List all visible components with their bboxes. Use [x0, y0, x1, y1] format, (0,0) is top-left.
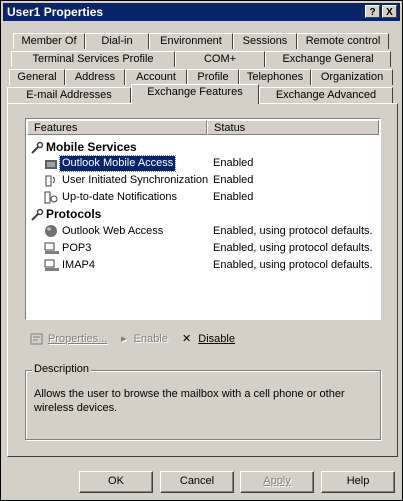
tab-exchange-general[interactable]: Exchange General [265, 51, 391, 67]
features-list[interactable]: Features Status Mobile Services Outlook … [25, 118, 381, 320]
tab-exchange-advanced[interactable]: Exchange Advanced [259, 87, 393, 103]
help-button[interactable]: Help [321, 471, 395, 493]
group-label: Protocols [46, 207, 102, 221]
tab-telephones[interactable]: Telephones [239, 69, 311, 85]
list-item-user-initiated-sync[interactable]: User Initiated Synchronization Enabled [44, 173, 374, 188]
description-groupbox: Description Allows the user to browse th… [25, 363, 381, 440]
list-item-imap4[interactable]: IMAP4 Enabled, using protocol defaults. [44, 258, 374, 273]
list-item-status: Enabled [213, 191, 254, 203]
tab-environment[interactable]: Environment [149, 33, 233, 49]
title-bar[interactable]: User1 Properties ? X [3, 3, 400, 21]
apply-button[interactable]: Apply [240, 471, 314, 493]
properties-dialog: User1 Properties ? X Member Of Dial-in E… [0, 0, 403, 501]
enable-arrow-icon: ▸ [121, 333, 127, 345]
wrench-icon [31, 141, 44, 154]
tab-address[interactable]: Address [65, 69, 125, 85]
list-item-name: Outlook Mobile Access [58, 155, 177, 172]
tab-dial-in[interactable]: Dial-in [85, 33, 149, 49]
wrench-icon [31, 208, 44, 221]
tab-remote-control[interactable]: Remote control [297, 33, 389, 49]
tab-general[interactable]: General [9, 69, 65, 85]
column-header-status[interactable]: Status [207, 120, 379, 135]
globe-icon [45, 225, 57, 237]
mobile-access-icon [45, 160, 57, 169]
list-item-status: Enabled, using protocol defaults. [213, 242, 373, 254]
notification-icon [44, 191, 58, 204]
list-item-name: User Initiated Synchronization [62, 174, 209, 186]
group-label: Mobile Services [46, 140, 137, 154]
tab-exchange-features[interactable]: Exchange Features [131, 84, 259, 104]
tab-com-plus[interactable]: COM+ [175, 51, 265, 67]
tab-terminal-services-profile[interactable]: Terminal Services Profile [11, 51, 175, 67]
list-item-outlook-mobile-access[interactable]: Outlook Mobile Access Enabled [44, 155, 374, 172]
list-item-name: Up-to-date Notifications [62, 191, 177, 203]
list-item-outlook-web-access[interactable]: Outlook Web Access Enabled, using protoc… [44, 224, 374, 239]
enable-label: Enable [133, 333, 168, 345]
list-item-status: Enabled [213, 174, 254, 186]
list-item-status: Enabled, using protocol defaults. [213, 225, 373, 237]
disable-label: Disable [198, 333, 235, 345]
description-legend: Description [32, 363, 92, 375]
window-title: User1 Properties [7, 5, 104, 19]
network-computer-icon [44, 242, 59, 254]
list-item-name: POP3 [62, 242, 92, 254]
list-item-status: Enabled [213, 157, 254, 169]
enable-action[interactable]: ▸ Enable [121, 332, 168, 346]
list-item-up-to-date-notifications[interactable]: Up-to-date Notifications Enabled [44, 190, 374, 205]
disable-x-icon: ✕ [182, 333, 192, 345]
ok-button[interactable]: OK [79, 471, 153, 493]
tab-profile[interactable]: Profile [187, 69, 239, 85]
properties-icon [30, 333, 43, 345]
disable-action[interactable]: ✕ Disable [182, 332, 235, 346]
network-computer-icon [44, 259, 59, 271]
tab-member-of[interactable]: Member Of [13, 33, 85, 49]
tab-email-addresses[interactable]: E-mail Addresses [7, 87, 131, 103]
help-title-button[interactable]: ? [365, 5, 380, 18]
list-item-status: Enabled, using protocol defaults. [213, 259, 373, 271]
tab-sessions[interactable]: Sessions [233, 33, 297, 49]
list-item-name: IMAP4 [62, 259, 96, 271]
list-item-pop3[interactable]: POP3 Enabled, using protocol defaults. [44, 241, 374, 256]
tab-organization[interactable]: Organization [311, 69, 393, 85]
description-text: Allows the user to browse the mailbox wi… [34, 388, 345, 414]
cancel-button[interactable]: Cancel [160, 471, 234, 493]
list-item-name: Outlook Web Access [62, 225, 164, 237]
tab-account[interactable]: Account [125, 69, 187, 85]
close-title-button[interactable]: X [382, 5, 397, 18]
column-header-features[interactable]: Features [27, 120, 207, 135]
sync-icon [45, 175, 55, 187]
properties-label: Properties... [48, 333, 108, 345]
